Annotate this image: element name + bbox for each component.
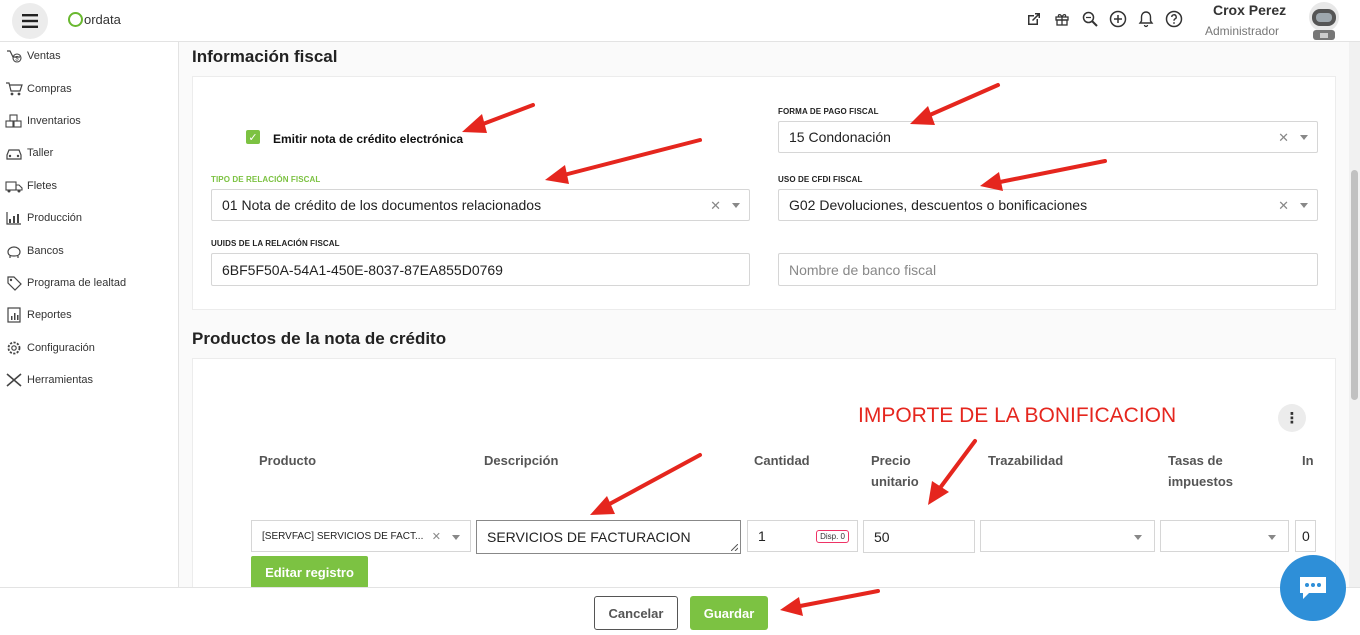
uso-cfdi-select[interactable]: G02 Devoluciones, descuentos o bonificac… (778, 189, 1318, 221)
avatar[interactable] (1303, 0, 1345, 40)
descripcion-textarea[interactable]: SERVICIOS DE FACTURACION (476, 520, 741, 554)
col-trazabilidad: Trazabilidad (988, 453, 1064, 468)
gift-icon[interactable] (1052, 9, 1072, 29)
sales-icon: $ (4, 47, 24, 65)
col-precio: Precio unitario (871, 453, 919, 489)
col-descripcion: Descripción (484, 453, 559, 468)
chevron-down-icon (1300, 203, 1308, 208)
products-card (192, 358, 1336, 587)
uuids-label: UUIDS DE LA RELACIÓN FISCAL (211, 239, 340, 248)
products-section-title: Productos de la nota de crédito (192, 329, 447, 348)
sidebar-item-taller[interactable]: Taller (0, 137, 178, 169)
sidebar: $ Ventas Compras Inventarios Taller Flete… (0, 42, 179, 587)
chevron-down-icon (1134, 535, 1142, 540)
disp-badge: Disp. 0 (816, 530, 849, 543)
external-link-icon[interactable] (1024, 9, 1044, 29)
search-zoom-icon[interactable] (1080, 9, 1100, 29)
save-button[interactable]: Guardar (690, 596, 768, 630)
col-importe: In (1302, 453, 1314, 468)
sidebar-item-herramientas[interactable]: Herramientas (0, 364, 178, 396)
sidebar-item-programa-lealtad[interactable]: Programa de lealtad (0, 267, 178, 299)
boxes-icon (4, 112, 24, 130)
chevron-down-icon (732, 203, 740, 208)
uuids-input[interactable]: 6BF5F50A-54A1-450E-8037-87EA855D0769 (211, 253, 750, 286)
col-tasas: Tasas de impuestos (1168, 453, 1234, 489)
truck-icon (4, 177, 24, 195)
resize-handle-icon[interactable] (731, 544, 738, 551)
clear-icon[interactable]: ✕ (710, 198, 721, 214)
car-icon (4, 144, 24, 162)
chat-button[interactable] (1280, 555, 1346, 621)
clear-icon[interactable]: ✕ (1278, 130, 1289, 146)
annotation-text: IMPORTE DE LA BONIFICACION (858, 404, 1177, 427)
tasas-impuestos-select[interactable] (1160, 520, 1289, 552)
cart-icon (4, 80, 24, 98)
more-options-button[interactable]: ⋮ (1278, 404, 1306, 432)
fiscal-section-title: Información fiscal (192, 47, 338, 66)
tipo-relacion-select[interactable]: 01 Nota de crédito de los documentos rel… (211, 189, 750, 221)
sidebar-item-compras[interactable]: Compras (0, 72, 178, 104)
logo-text: ordata (84, 12, 121, 27)
clear-icon[interactable]: ✕ (1278, 198, 1289, 214)
emit-checkbox[interactable]: ✓ (246, 130, 260, 144)
chevron-down-icon (452, 535, 460, 540)
uso-cfdi-label: USO DE CFDI FISCAL (778, 175, 863, 184)
user-role: Administrador (1205, 24, 1280, 38)
forma-pago-select[interactable]: 15 Condonación ✕ (778, 121, 1318, 153)
precio-unitario-input[interactable]: 50 (863, 520, 975, 553)
hamburger-icon (22, 14, 38, 28)
tipo-relacion-label: TIPO DE RELACIÓN FISCAL (211, 175, 321, 184)
footer-bar: Cancelar Guardar (0, 587, 1360, 635)
chart-icon (4, 209, 24, 227)
add-circle-icon[interactable] (1108, 9, 1128, 29)
sidebar-item-produccion[interactable]: Producción (0, 202, 178, 234)
tools-icon (4, 371, 24, 389)
chevron-down-icon (1268, 535, 1276, 540)
sidebar-item-inventarios[interactable]: Inventarios (0, 105, 178, 137)
chevron-down-icon (1300, 135, 1308, 140)
forma-pago-label: FORMA DE PAGO FISCAL (778, 107, 879, 116)
cancel-button[interactable]: Cancelar (594, 596, 678, 630)
emit-checkbox-label: Emitir nota de crédito electrónica (273, 132, 464, 146)
bell-icon[interactable] (1136, 9, 1156, 29)
scrollbar-thumb[interactable] (1351, 170, 1358, 400)
gear-icon (4, 339, 24, 357)
top-bar: ordata Crox Perez Administrador (0, 0, 1360, 42)
sidebar-item-ventas[interactable]: $ Ventas (0, 40, 178, 72)
kebab-icon: ⋮ (1284, 410, 1300, 427)
col-cantidad: Cantidad (754, 453, 810, 468)
sidebar-item-bancos[interactable]: Bancos (0, 234, 178, 266)
logo-mark-icon (68, 12, 83, 27)
sidebar-item-reportes[interactable]: Reportes (0, 299, 178, 331)
tag-icon (4, 274, 24, 292)
importe-input[interactable]: 0 (1295, 520, 1316, 552)
edit-record-button[interactable]: Editar registro (251, 556, 368, 587)
fiscal-card: ✓ Emitir nota de crédito electrónica FOR… (192, 76, 1336, 310)
scrollbar[interactable] (1349, 42, 1360, 587)
sidebar-item-fletes[interactable]: Fletes (0, 170, 178, 202)
help-icon[interactable] (1164, 9, 1184, 29)
report-icon (4, 306, 24, 324)
astronaut-avatar-icon (1309, 2, 1339, 40)
trazabilidad-select[interactable] (980, 520, 1155, 552)
sidebar-item-configuracion[interactable]: Configuración (0, 332, 178, 364)
banco-fiscal-input[interactable]: Nombre de banco fiscal (778, 253, 1318, 286)
menu-button[interactable] (12, 3, 48, 39)
clear-icon[interactable]: ✕ (432, 530, 441, 543)
user-name[interactable]: Crox Perez (1213, 2, 1286, 18)
bank-icon (4, 242, 24, 260)
cantidad-input[interactable]: 1 Disp. 0 (747, 520, 858, 552)
main-content: Información fiscal ✓ Emitir nota de créd… (179, 42, 1349, 587)
chat-bubble-icon (1300, 577, 1326, 599)
logo[interactable]: ordata (68, 12, 121, 27)
col-producto: Producto (259, 453, 317, 468)
producto-select[interactable]: [SERVFAC] SERVICIOS DE FACT... ✕ (251, 520, 471, 552)
